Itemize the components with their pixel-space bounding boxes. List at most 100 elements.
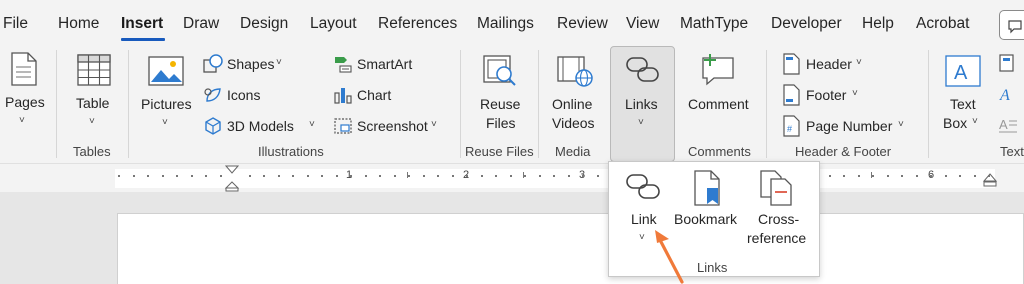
tab-developer[interactable]: Developer [771, 15, 842, 33]
tab-design[interactable]: Design [240, 15, 288, 33]
ruler-dot [365, 175, 367, 177]
chevron-down-icon: ˅ [972, 116, 978, 127]
group-label-header-footer: Header & Footer [795, 144, 892, 159]
pictures-label: Pictures [141, 96, 192, 112]
chevron-down-icon: ˅ [638, 117, 644, 128]
chevron-down-icon: ˅ [162, 117, 168, 128]
pages-icon [11, 52, 37, 86]
table-label: Table [76, 95, 110, 111]
ruler-dot [394, 175, 396, 177]
group-label-illustrations: Illustrations [258, 144, 324, 159]
right-indent-marker-icon[interactable] [983, 173, 997, 187]
ruler-dot [829, 175, 831, 177]
tab-draw[interactable]: Draw [183, 15, 219, 33]
wordart-icon[interactable]: A [998, 84, 1016, 104]
header-icon [783, 53, 800, 75]
ruler-dot [524, 175, 526, 177]
quick-parts-icon[interactable] [998, 53, 1016, 73]
ruler-dot [437, 175, 439, 177]
screenshot-icon [334, 118, 352, 134]
pages-label: Pages [5, 94, 45, 110]
ruler-dot [510, 175, 512, 177]
horizontal-ruler[interactable]: 1 2 3 6 [0, 165, 1024, 192]
links-button[interactable]: Links ˅ [610, 46, 675, 162]
ruler-dot [858, 175, 860, 177]
ruler-dot [249, 175, 251, 177]
tab-references[interactable]: References [378, 15, 457, 33]
ruler-dot [945, 175, 947, 177]
ruler-strip [115, 169, 995, 188]
ruler-dot [887, 175, 889, 177]
tab-home[interactable]: Home [58, 15, 99, 33]
table-icon [77, 54, 111, 86]
group-label-text: Text [1000, 144, 1024, 159]
drop-cap-icon[interactable]: A [998, 115, 1018, 135]
group-separator [56, 50, 57, 158]
comment-icon [1008, 20, 1022, 34]
cross-reference-label-2: reference [747, 230, 807, 246]
ruler-dot [597, 175, 599, 177]
ruler-dot [988, 175, 990, 177]
ruler-dot [568, 175, 570, 177]
ruler-tick [523, 172, 524, 178]
chevron-down-icon: ˅ [639, 232, 645, 243]
tab-help[interactable]: Help [862, 15, 894, 33]
tab-mathtype[interactable]: MathType [680, 15, 748, 33]
group-separator [928, 50, 929, 158]
ruler-dot [263, 175, 265, 177]
chevron-down-icon: ˅ [898, 119, 904, 130]
page-number-label: Page Number [806, 118, 893, 134]
picture-icon [148, 56, 184, 86]
ribbon: Pages ˅ Table ˅ Tables Pictures ˅ Shapes… [0, 44, 1024, 164]
ruler-dot [481, 175, 483, 177]
word-window: File Home Insert Draw Design Layout Refe… [0, 0, 1024, 284]
group-separator [766, 50, 767, 158]
ruler-dot [901, 175, 903, 177]
ruler-dot [147, 175, 149, 177]
ruler-dot [582, 175, 584, 177]
tab-layout[interactable]: Layout [310, 15, 357, 33]
online-videos-label-1: Online [552, 96, 593, 112]
tab-view[interactable]: View [626, 15, 659, 33]
chart-label: Chart [357, 87, 392, 103]
svg-text:A: A [954, 62, 968, 84]
icons-label: Icons [227, 87, 261, 103]
smartart-icon [335, 57, 352, 73]
footer-icon [783, 84, 800, 106]
ruler-dot [466, 175, 468, 177]
chevron-down-icon: ˅ [309, 119, 315, 130]
group-separator [460, 50, 461, 158]
annotation-arrow-icon [655, 230, 684, 284]
indent-marker-icon[interactable] [225, 165, 239, 192]
ruler-tick [871, 172, 872, 178]
tab-file[interactable]: File [3, 15, 28, 33]
link-icon [626, 57, 659, 82]
tab-review[interactable]: Review [557, 15, 608, 33]
tab-insert[interactable]: Insert [121, 15, 163, 33]
chevron-down-icon: ˅ [89, 116, 95, 127]
document-area [0, 192, 1024, 284]
cube-icon [205, 117, 221, 135]
reuse-label-1: Reuse [480, 96, 521, 112]
ruler-dot [350, 175, 352, 177]
tab-mailings[interactable]: Mailings [477, 15, 534, 33]
tab-acrobat[interactable]: Acrobat [916, 15, 969, 33]
ruler-dot [553, 175, 555, 177]
ruler-dot [408, 175, 410, 177]
header-label: Header [806, 56, 852, 72]
text-box-label-2: Box [943, 115, 968, 131]
ruler-dot [321, 175, 323, 177]
ruler-dot [843, 175, 845, 177]
document-page[interactable] [117, 213, 1024, 284]
smartart-label: SmartArt [357, 56, 413, 72]
active-tab-indicator [121, 38, 165, 41]
ruler-dot [959, 175, 961, 177]
bookmark-icon [694, 170, 720, 206]
group-label-tables: Tables [73, 144, 111, 159]
ruler-dot [292, 175, 294, 177]
shapes-icon [203, 54, 223, 73]
chevron-down-icon: ˅ [19, 115, 25, 126]
icons-icon [204, 88, 221, 102]
chart-icon [334, 88, 352, 104]
comments-button[interactable] [999, 10, 1024, 40]
